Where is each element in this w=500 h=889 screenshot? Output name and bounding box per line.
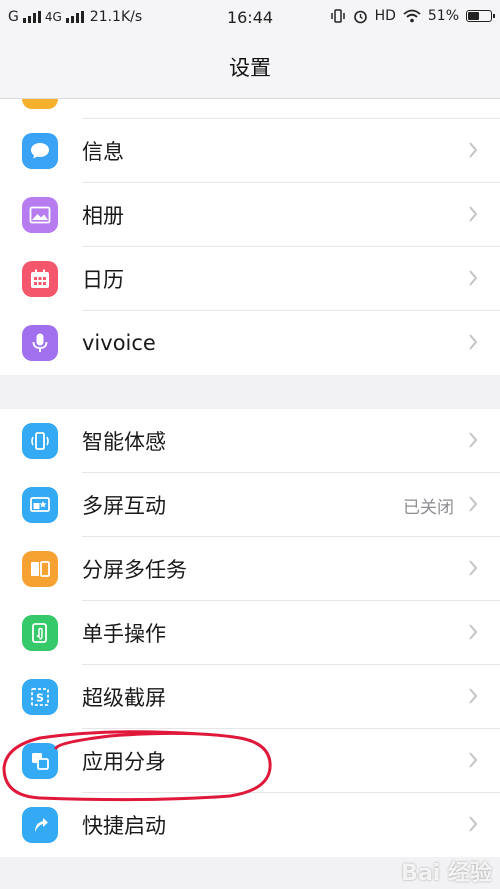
one-hand-icon bbox=[22, 615, 58, 651]
status-bar: G 4G 21.1K/s 16:44 HD 51% bbox=[0, 0, 500, 36]
microphone-icon bbox=[22, 325, 58, 361]
row-label: vivoice bbox=[82, 331, 156, 355]
navigation-bar: 设置 bbox=[0, 36, 500, 99]
settings-row-super-screenshot[interactable]: S 超级截屏 bbox=[0, 665, 500, 729]
svg-text:S: S bbox=[36, 692, 44, 705]
split-screen-icon bbox=[22, 551, 58, 587]
settings-row-smart-motion[interactable]: 智能体感 bbox=[0, 409, 500, 473]
app-clone-icon bbox=[22, 743, 58, 779]
chevron-right-icon bbox=[469, 334, 478, 350]
settings-row-app-clone[interactable]: 应用分身 bbox=[0, 729, 500, 793]
chevron-right-icon bbox=[469, 816, 478, 832]
battery-icon bbox=[466, 10, 495, 22]
row-label: 分屏多任务 bbox=[82, 558, 187, 582]
hd-indicator: HD bbox=[374, 8, 396, 24]
chevron-right-icon bbox=[469, 624, 478, 640]
wifi-icon bbox=[403, 9, 421, 23]
settings-row-quick-launch[interactable]: 快捷启动 bbox=[0, 793, 500, 857]
settings-row-album[interactable]: 相册 bbox=[0, 183, 500, 247]
row-label: 信息 bbox=[82, 140, 124, 164]
chevron-right-icon bbox=[469, 752, 478, 768]
row-label: 多屏互动 bbox=[82, 494, 166, 518]
row-label: 快捷启动 bbox=[82, 814, 166, 838]
chevron-right-icon bbox=[469, 206, 478, 222]
settings-group-1: 信息 相册 日历 vivoice bbox=[0, 99, 500, 375]
row-label: 智能体感 bbox=[82, 430, 166, 454]
status-right: HD 51% bbox=[330, 8, 495, 24]
multiscreen-icon bbox=[22, 487, 58, 523]
settings-row-one-hand[interactable]: 单手操作 bbox=[0, 601, 500, 665]
message-icon bbox=[22, 133, 58, 169]
battery-percent: 51% bbox=[427, 8, 459, 24]
quick-launch-icon bbox=[22, 807, 58, 843]
settings-row-split-screen[interactable]: 分屏多任务 bbox=[0, 537, 500, 601]
chevron-right-icon bbox=[469, 688, 478, 704]
row-label: 相册 bbox=[82, 204, 124, 228]
settings-row-vivoice[interactable]: vivoice bbox=[0, 311, 500, 375]
partial-row[interactable] bbox=[0, 99, 500, 119]
row-label: 超级截屏 bbox=[82, 686, 166, 710]
chevron-right-icon bbox=[469, 560, 478, 576]
partial-row-icon bbox=[22, 99, 58, 109]
row-label: 单手操作 bbox=[82, 622, 166, 646]
calendar-icon bbox=[22, 261, 58, 297]
screenshot-icon: S bbox=[22, 679, 58, 715]
vibrate-icon bbox=[330, 9, 345, 23]
chevron-right-icon bbox=[469, 270, 478, 286]
row-label: 日历 bbox=[82, 268, 124, 292]
chevron-right-icon bbox=[469, 496, 478, 512]
settings-row-calendar[interactable]: 日历 bbox=[0, 247, 500, 311]
settings-row-multiscreen[interactable]: 多屏互动 已关闭 bbox=[0, 473, 500, 537]
settings-row-messages[interactable]: 信息 bbox=[0, 119, 500, 183]
chevron-right-icon bbox=[469, 432, 478, 448]
photo-icon bbox=[22, 197, 58, 233]
watermark: Bai 经验 bbox=[401, 861, 492, 886]
settings-group-2: 智能体感 多屏互动 已关闭 分屏多任务 单手操作 S 超级截屏 应用分身 快捷启… bbox=[0, 409, 500, 857]
page-title: 设置 bbox=[229, 56, 271, 80]
chevron-right-icon bbox=[469, 142, 478, 158]
phone-motion-icon bbox=[22, 423, 58, 459]
status-value: 已关闭 bbox=[403, 497, 454, 518]
row-label: 应用分身 bbox=[82, 750, 166, 774]
alarm-icon bbox=[353, 10, 367, 23]
